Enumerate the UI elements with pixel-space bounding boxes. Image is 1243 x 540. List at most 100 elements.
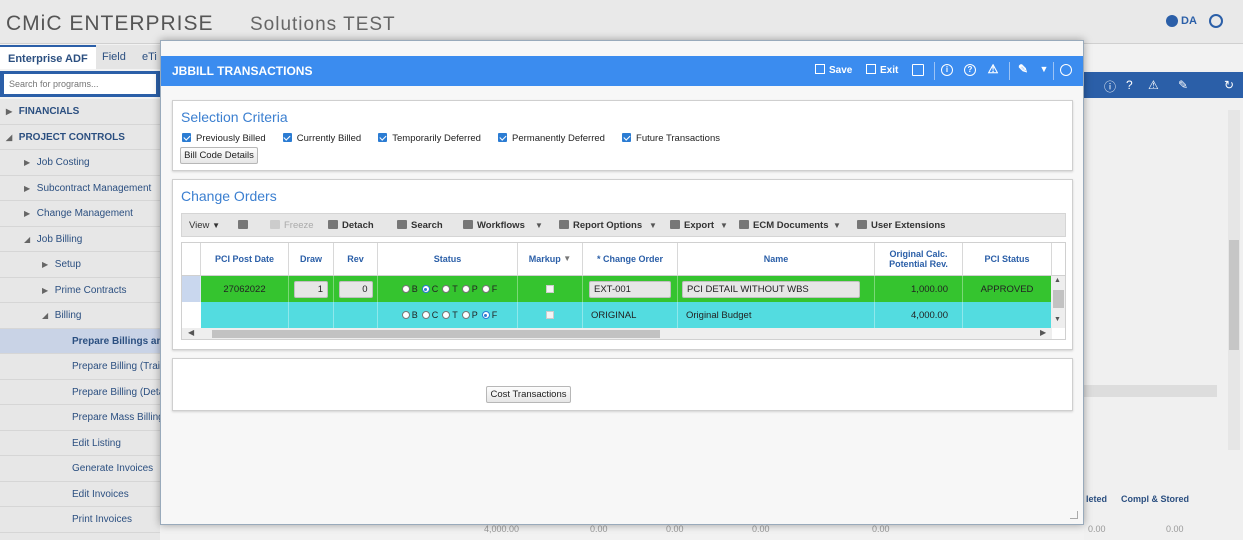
chevron-down-icon[interactable]: ◢: [42, 303, 52, 328]
report-options-button[interactable]: Report Options: [559, 220, 642, 231]
resize-grip-icon[interactable]: [1070, 511, 1078, 519]
future-transactions-checkbox[interactable]: Future Transactions: [622, 133, 720, 144]
status-radio-p[interactable]: [461, 285, 470, 293]
tab-field[interactable]: Field: [94, 45, 134, 69]
exit-button[interactable]: Exit: [866, 64, 898, 76]
help-icon[interactable]: ?: [964, 64, 976, 76]
sidebar-item[interactable]: ◢ PROJECT CONTROLS: [0, 125, 160, 150]
col-header-rev[interactable]: Rev: [334, 243, 378, 276]
status-radio-c[interactable]: [421, 285, 430, 293]
col-header-pci-status[interactable]: PCI Status: [963, 243, 1052, 276]
scroll-down-icon[interactable]: ▼: [1054, 316, 1061, 323]
col-header-name[interactable]: Name: [678, 243, 875, 276]
scrollbar-thumb[interactable]: [1229, 240, 1239, 350]
rev-input[interactable]: 0: [338, 280, 373, 298]
detach-button[interactable]: Detach: [328, 220, 374, 231]
chevron-down-icon[interactable]: ▼: [535, 221, 543, 230]
export-button[interactable]: Export: [670, 220, 714, 231]
chevron-down-icon[interactable]: ▼: [1038, 64, 1050, 76]
previously-billed-checkbox[interactable]: Previously Billed: [182, 133, 266, 144]
sidebar-item[interactable]: Print Invoices: [0, 507, 160, 533]
chevron-right-icon[interactable]: ▶: [42, 278, 52, 303]
refresh-icon[interactable]: ↻: [1224, 78, 1234, 92]
search-button[interactable]: Search: [397, 220, 443, 231]
save-button[interactable]: Save: [815, 64, 852, 76]
status-radio-b[interactable]: [401, 311, 410, 319]
sidebar-item[interactable]: Prepare Mass Billing: [0, 405, 160, 431]
scroll-left-icon[interactable]: ◀: [188, 328, 194, 337]
sidebar-item[interactable]: ▶ FINANCIALS: [0, 99, 160, 125]
sidebar-item[interactable]: Generate Invoices: [0, 456, 160, 482]
chevron-right-icon[interactable]: ▶: [24, 176, 34, 201]
chevron-right-icon[interactable]: ▶: [42, 252, 52, 277]
sidebar-item[interactable]: ▶ Change Management: [0, 201, 160, 227]
status-radio-p[interactable]: [461, 311, 470, 319]
chevron-down-icon[interactable]: ▼: [649, 221, 657, 230]
view-menu[interactable]: View ▼: [189, 220, 220, 231]
col-header-status[interactable]: Status: [378, 243, 518, 276]
markup-checkbox[interactable]: [546, 285, 554, 293]
col-header-markup[interactable]: Markup ▼: [518, 243, 583, 276]
ecm-documents-button[interactable]: ECM Documents: [739, 220, 828, 231]
sidebar-item[interactable]: ▶ Subcontract Management: [0, 176, 160, 201]
currently-billed-checkbox[interactable]: Currently Billed: [282, 133, 361, 144]
sidebar-item[interactable]: ▶ Job Costing: [0, 150, 160, 176]
chevron-right-icon[interactable]: ▶: [6, 99, 16, 124]
edit-icon[interactable]: ✎: [1017, 63, 1029, 76]
freeze-button[interactable]: Freeze: [270, 220, 314, 231]
help-icon[interactable]: ?: [1126, 78, 1133, 92]
info-icon[interactable]: ⓘ: [1104, 78, 1116, 95]
grid-horizontal-scrollbar[interactable]: ◀ ▶: [182, 328, 1052, 339]
globe-icon[interactable]: [1209, 14, 1223, 28]
status-radio-t[interactable]: [442, 311, 451, 319]
status-radio-f[interactable]: [481, 285, 490, 293]
markup-checkbox[interactable]: [546, 311, 554, 319]
grid-vertical-scrollbar[interactable]: ▲ ▼: [1051, 276, 1065, 328]
permanently-deferred-checkbox[interactable]: Permanently Deferred: [498, 133, 605, 144]
chevron-right-icon[interactable]: ▶: [24, 150, 34, 175]
sidebar-item[interactable]: ◢ Billing: [0, 303, 160, 329]
chevron-down-icon[interactable]: ▼: [720, 221, 728, 230]
status-radio-t[interactable]: [442, 285, 451, 293]
sidebar-item[interactable]: Prepare Billings an: [0, 328, 160, 354]
sidebar-item[interactable]: ▶ Prime Contracts: [0, 278, 160, 303]
status-radio-b[interactable]: [401, 285, 410, 293]
row-selector[interactable]: [182, 276, 201, 302]
sidebar-item[interactable]: Prepare Billing (Trai: [0, 354, 160, 380]
program-search-input[interactable]: [4, 74, 156, 94]
tab-enterprise-adf[interactable]: Enterprise ADF: [0, 45, 96, 69]
chevron-down-icon[interactable]: ◢: [6, 125, 16, 150]
status-radio-c[interactable]: [421, 311, 430, 319]
scroll-right-icon[interactable]: ▶: [1040, 328, 1046, 337]
user-extensions-button[interactable]: User Extensions: [857, 220, 945, 231]
sidebar-item[interactable]: Edit Invoices: [0, 482, 160, 507]
table-row[interactable]: B C T P F ORIGINAL Original Budget 4,000…: [182, 302, 1052, 328]
sidebar-item[interactable]: Edit Listing: [0, 431, 160, 456]
info-icon[interactable]: i: [941, 64, 953, 76]
col-header-original-calc[interactable]: Original Calc. Potential Rev.: [875, 243, 963, 276]
col-header-draw[interactable]: Draw: [289, 243, 334, 276]
user-menu[interactable]: DA: [1166, 15, 1197, 28]
chevron-down-icon[interactable]: ◢: [24, 227, 34, 252]
chevron-down-icon[interactable]: ▼: [833, 221, 841, 230]
copy-icon[interactable]: [912, 64, 924, 76]
scroll-up-icon[interactable]: ▲: [1054, 277, 1061, 284]
draw-input[interactable]: 1: [294, 280, 328, 298]
col-header-pci-post-date[interactable]: PCI Post Date: [201, 243, 289, 276]
background-vertical-scrollbar[interactable]: [1228, 110, 1240, 450]
warning-icon[interactable]: ⚠: [1148, 78, 1159, 92]
chevron-right-icon[interactable]: ▶: [24, 201, 34, 226]
refresh-icon[interactable]: [1060, 64, 1072, 76]
cost-transactions-button[interactable]: Cost Transactions: [486, 386, 571, 403]
background-horizontal-scrollbar[interactable]: [1084, 385, 1217, 397]
edit-icon[interactable]: ✎: [1178, 78, 1188, 92]
sidebar-item[interactable]: ▶ Setup: [0, 252, 160, 278]
scrollbar-thumb[interactable]: [1053, 290, 1064, 308]
table-row[interactable]: 27062022 1 0 B C T P F EXT-001 PCI DETAI…: [182, 276, 1052, 302]
status-radio-f[interactable]: [481, 311, 490, 319]
warning-icon[interactable]: ⚠: [987, 63, 999, 76]
scrollbar-thumb[interactable]: [212, 330, 660, 338]
col-header-change-order[interactable]: * Change Order: [583, 243, 678, 276]
name-input[interactable]: PCI DETAIL WITHOUT WBS: [682, 280, 860, 298]
temporarily-deferred-checkbox[interactable]: Temporarily Deferred: [378, 133, 481, 144]
